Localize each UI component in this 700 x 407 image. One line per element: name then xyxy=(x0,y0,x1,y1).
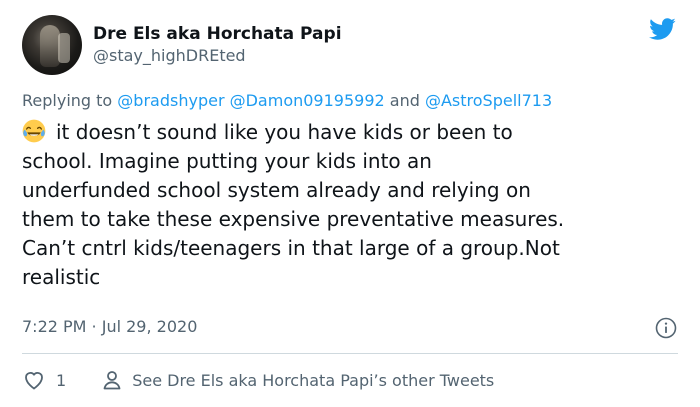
tweet-header: Dre Els aka Horchata Papi @stay_highDREt… xyxy=(22,15,342,75)
like-count: 1 xyxy=(56,370,67,390)
twitter-bird-icon[interactable] xyxy=(646,15,678,43)
replying-prefix: Replying to xyxy=(22,91,118,110)
divider xyxy=(22,353,678,354)
see-other-tweets-label: See Dre Els aka Horchata Papi’s other Tw… xyxy=(132,370,495,390)
tweet-text: it doesn’t sound like you have kids or b… xyxy=(22,120,565,289)
see-other-tweets-link[interactable]: See Dre Els aka Horchata Papi’s other Tw… xyxy=(100,368,494,392)
mention-link-1[interactable]: @bradshyper xyxy=(117,91,224,110)
replying-conjunction: and xyxy=(384,91,425,110)
like-button[interactable]: 1 xyxy=(22,368,66,392)
person-icon xyxy=(103,371,121,390)
tweet-body: it doesn’t sound like you have kids or b… xyxy=(22,118,682,292)
author-display-name[interactable]: Dre Els aka Horchata Papi xyxy=(93,23,342,45)
tweet-card: Dre Els aka Horchata Papi @stay_highDREt… xyxy=(0,0,700,407)
info-icon[interactable] xyxy=(654,316,678,340)
face-with-tears-of-joy-icon xyxy=(22,119,46,143)
tweet-timestamp[interactable]: 7:22 PM · Jul 29, 2020 xyxy=(22,317,197,336)
mention-link-2[interactable]: @Damon09195992 xyxy=(230,91,385,110)
tweet-actions: 1 See Dre Els aka Horchata Papi’s other … xyxy=(22,368,494,392)
author-handle[interactable]: @stay_highDREted xyxy=(93,45,342,67)
avatar[interactable] xyxy=(22,15,82,75)
heart-icon xyxy=(25,372,43,390)
replying-to-line: Replying to @bradshyper @Damon09195992 a… xyxy=(22,91,552,110)
author-names: Dre Els aka Horchata Papi @stay_highDREt… xyxy=(93,23,342,67)
mention-link-3[interactable]: @AstroSpell713 xyxy=(425,91,552,110)
